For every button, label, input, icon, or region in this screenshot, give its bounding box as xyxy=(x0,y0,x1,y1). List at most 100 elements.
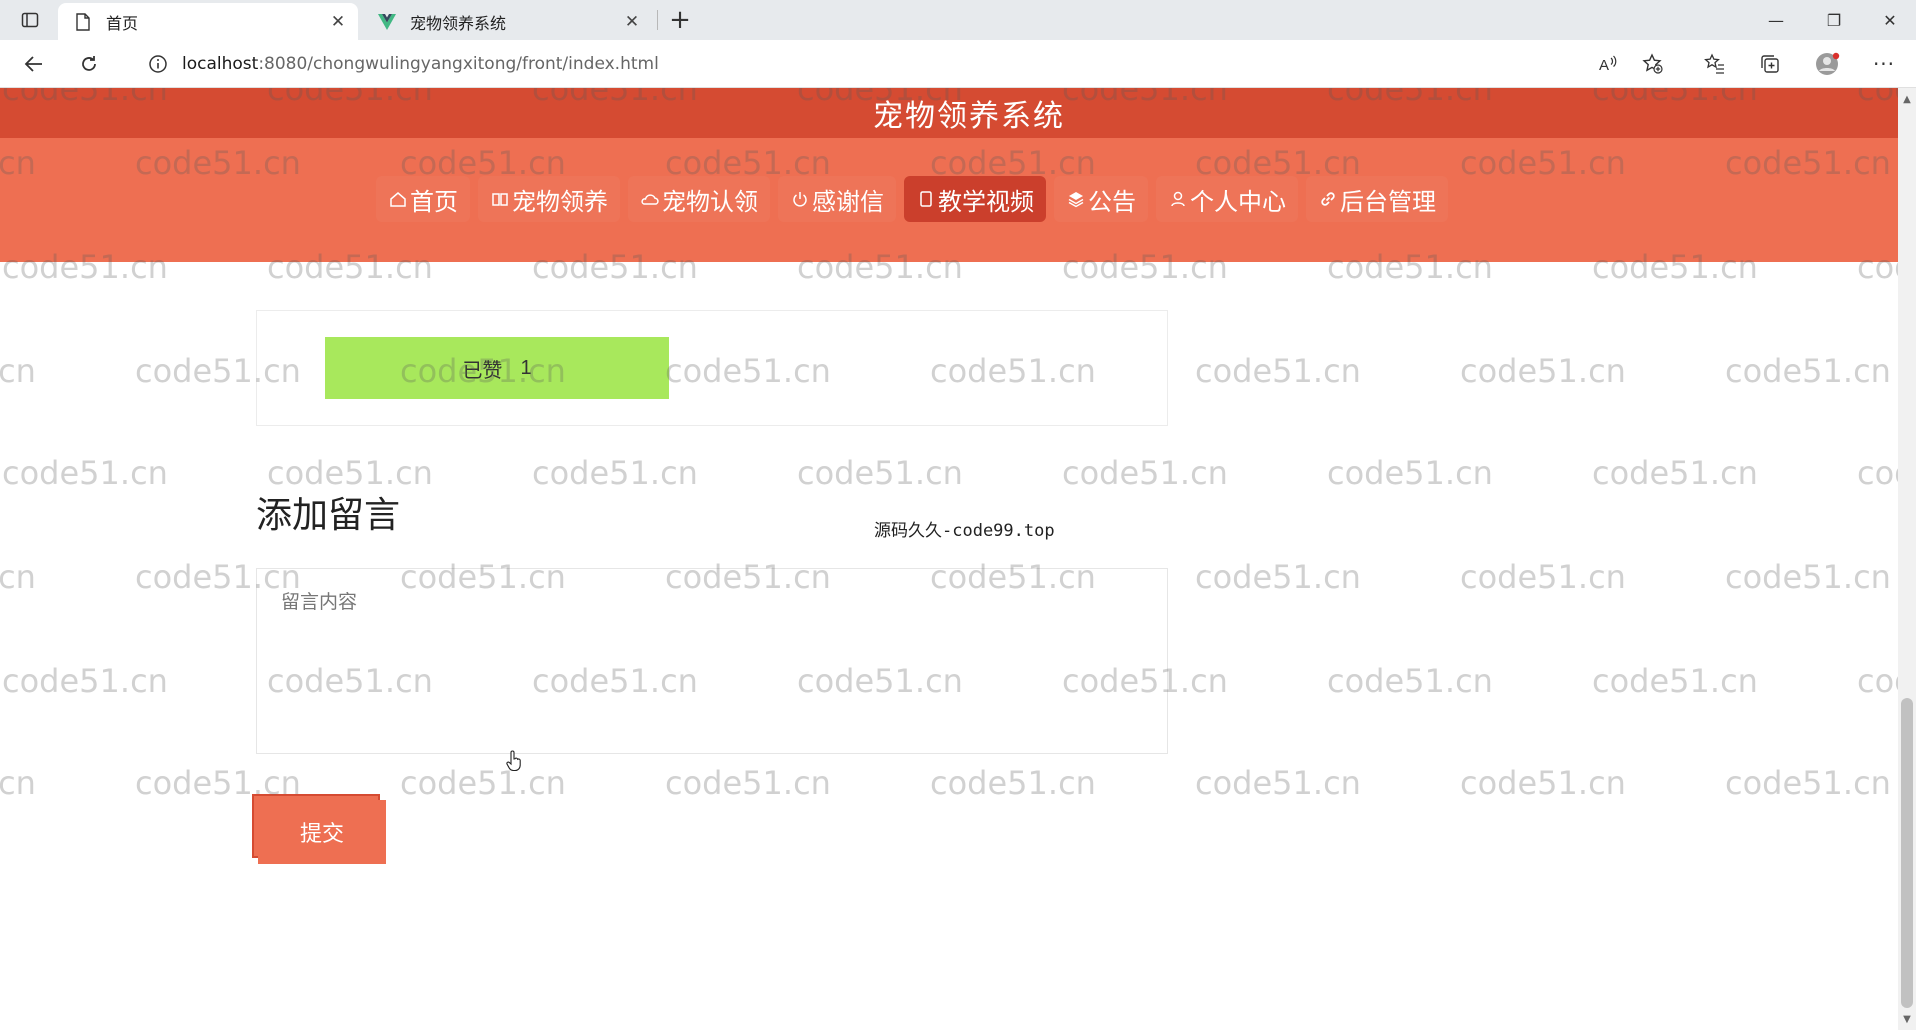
watermark-text: code51.cn xyxy=(0,352,36,390)
new-tab-button[interactable]: + xyxy=(664,5,696,35)
back-button[interactable] xyxy=(16,48,52,80)
more-menu-button[interactable]: ··· xyxy=(1866,48,1902,80)
url-field[interactable]: localhost:8080/chongwulingyangxitong/fro… xyxy=(128,46,1678,82)
watermark-text: code51.cn xyxy=(797,454,963,492)
watermark-text: code51.cn xyxy=(1592,454,1758,492)
scroll-down-icon[interactable]: ▼ xyxy=(1900,1012,1914,1026)
main-nav: 首页 宠物领养 宠物认领 感谢信 教学视频 公告 个人中心 后台管理 xyxy=(0,138,1898,262)
watermark-text: code51.cn xyxy=(1195,558,1361,596)
nav-label: 宠物领养 xyxy=(512,187,608,216)
submit-button[interactable]: 提交 xyxy=(258,800,386,864)
watermark-text: code51.cn xyxy=(1857,454,1898,492)
watermark-text: code51.cn xyxy=(1460,764,1626,802)
reload-icon xyxy=(82,56,96,71)
scroll-up-icon[interactable]: ▲ xyxy=(1900,92,1914,106)
nav-item-tutorial-videos[interactable]: 教学视频 xyxy=(904,176,1046,222)
close-window-button[interactable]: ✕ xyxy=(1862,0,1916,40)
back-arrow-icon xyxy=(24,56,42,72)
watermark-text: code51.cn xyxy=(1195,352,1361,390)
book-icon xyxy=(490,189,510,209)
close-tab-icon[interactable]: ✕ xyxy=(328,12,348,32)
browser-tab-home[interactable]: 首页 ✕ xyxy=(58,3,358,40)
tab-actions-button[interactable] xyxy=(10,6,50,34)
watermark-text: code51.cn xyxy=(1725,352,1891,390)
nav-list: 首页 宠物领养 宠物认领 感谢信 教学视频 公告 个人中心 后台管理 xyxy=(376,176,1448,222)
watermark-text: code51.cn xyxy=(1195,764,1361,802)
layers-icon xyxy=(1066,189,1086,209)
watermark-text: code51.cn xyxy=(1327,454,1493,492)
watermark-text: code51.cn xyxy=(0,558,36,596)
watermark-text: code51.cn xyxy=(2,662,168,700)
star-add-icon xyxy=(1642,53,1663,74)
nav-item-thank-you-letters[interactable]: 感谢信 xyxy=(778,176,896,222)
comment-input[interactable] xyxy=(256,568,1168,754)
favorites-button[interactable] xyxy=(1697,48,1733,80)
tab-divider xyxy=(657,10,658,30)
nav-label: 公告 xyxy=(1088,187,1136,216)
watermark-text: code51.cn xyxy=(1725,558,1891,596)
watermark-text: code51.cn xyxy=(1592,662,1758,700)
nav-label: 宠物认领 xyxy=(662,187,758,216)
like-card: 已赞 1 xyxy=(256,310,1168,426)
hand-cursor-icon xyxy=(506,750,521,772)
site-title: 宠物领养系统 xyxy=(873,99,1065,134)
favorites-list-icon xyxy=(1704,53,1724,74)
source-note: 源码久久-code99.top xyxy=(874,521,1055,541)
nav-item-pet-adoption[interactable]: 宠物领养 xyxy=(478,176,620,222)
vue-logo-icon xyxy=(378,13,396,31)
minimize-button[interactable]: — xyxy=(1748,0,1804,40)
add-favorite-button[interactable] xyxy=(1635,48,1671,80)
power-icon xyxy=(790,189,810,209)
user-icon xyxy=(1168,189,1188,209)
watermark-text: code51.cn xyxy=(665,764,831,802)
tablet-icon xyxy=(916,189,936,209)
like-count: 1 xyxy=(520,356,532,379)
nav-label: 感谢信 xyxy=(812,187,884,216)
nav-item-pet-claim[interactable]: 宠物认领 xyxy=(628,176,770,222)
like-label: 已赞 xyxy=(462,359,503,382)
watermark-text: code51.cn xyxy=(930,764,1096,802)
nav-item-personal-center[interactable]: 个人中心 xyxy=(1156,176,1298,222)
tab-title: 宠物领养系统 xyxy=(410,13,507,33)
nav-item-home[interactable]: 首页 xyxy=(376,176,470,222)
url-text: localhost:8080/chongwulingyangxitong/fro… xyxy=(182,54,659,74)
add-comment-title: 添加留言 xyxy=(256,495,401,536)
watermark-text: code51.cn xyxy=(1857,662,1898,700)
site-info-icon[interactable] xyxy=(146,52,170,76)
watermark-text: code51.cn xyxy=(1062,454,1228,492)
nav-item-announcements[interactable]: 公告 xyxy=(1054,176,1148,222)
nav-label: 后台管理 xyxy=(1340,187,1436,216)
like-button[interactable]: 已赞 1 xyxy=(325,337,669,399)
cloud-icon xyxy=(640,189,660,209)
home-icon xyxy=(388,189,408,209)
browser-address-bar: localhost:8080/chongwulingyangxitong/fro… xyxy=(0,40,1916,88)
tab-actions-icon xyxy=(21,12,39,28)
watermark-text: code51.cn xyxy=(1725,764,1891,802)
nav-item-admin[interactable]: 后台管理 xyxy=(1306,176,1448,222)
collections-icon xyxy=(1761,55,1779,73)
browser-tab-bar: 首页 ✕ 宠物领养系统 ✕ + — ❐ ✕ xyxy=(0,0,1916,40)
link-icon xyxy=(1318,189,1338,209)
profile-button[interactable] xyxy=(1810,48,1846,80)
watermark-text: code51.cn xyxy=(1460,352,1626,390)
collections-button[interactable] xyxy=(1752,48,1788,80)
watermark-text: code51.cn xyxy=(0,764,36,802)
browser-tab-pet-system[interactable]: 宠物领养系统 ✕ xyxy=(362,3,652,40)
avatar-icon xyxy=(1816,52,1840,75)
watermark-text: code51.cn xyxy=(532,454,698,492)
read-aloud-button[interactable]: A xyxy=(1590,48,1626,80)
read-aloud-icon: A xyxy=(1599,55,1617,74)
scrollbar-thumb[interactable] xyxy=(1901,698,1913,1008)
watermark-text: code51.cn xyxy=(400,764,566,802)
reload-button[interactable] xyxy=(71,48,107,80)
watermark-text: code51.cn xyxy=(1327,662,1493,700)
watermark-text: code51.cn xyxy=(2,454,168,492)
nav-label: 首页 xyxy=(410,187,458,216)
watermark-text: code51.cn xyxy=(1460,558,1626,596)
page-icon xyxy=(74,12,92,31)
close-tab-icon[interactable]: ✕ xyxy=(622,12,642,32)
tab-title: 首页 xyxy=(106,13,139,33)
restore-button[interactable]: ❐ xyxy=(1806,0,1862,40)
site-title-bar: 宠物领养系统 xyxy=(0,88,1898,138)
page-viewport: 宠物领养系统 首页 宠物领养 宠物认领 感谢信 教学视频 公告 个人中心 后台管… xyxy=(0,88,1898,1030)
